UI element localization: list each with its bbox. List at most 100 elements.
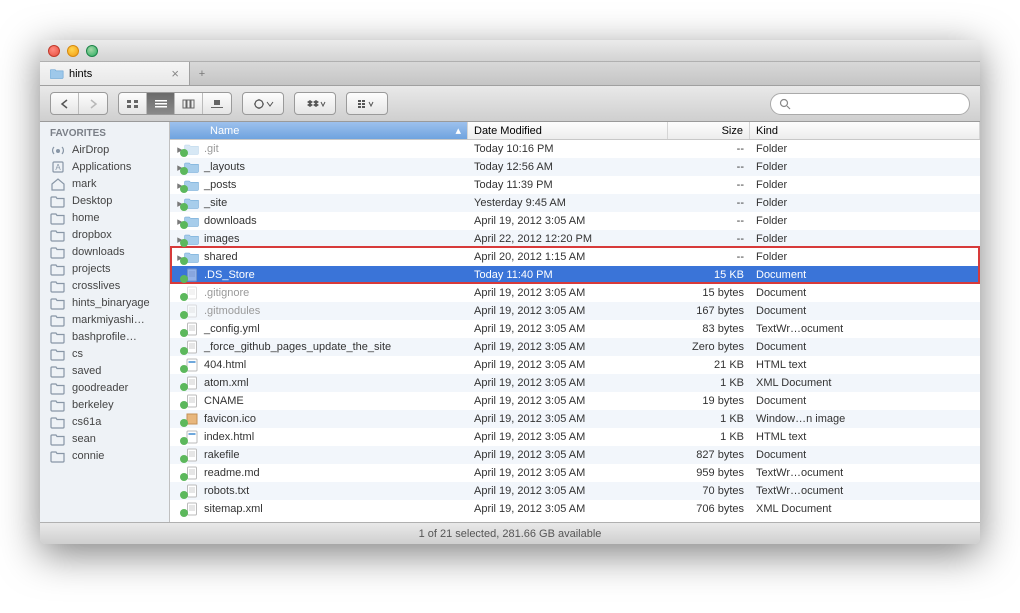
tabbar: hints × + (40, 62, 980, 86)
file-row[interactable]: ▸downloadsApril 19, 2012 3:05 AM--Folder (170, 212, 980, 230)
file-row[interactable]: sitemap.xmlApril 19, 2012 3:05 AM706 byt… (170, 500, 980, 518)
file-date: April 19, 2012 3:05 AM (468, 467, 668, 479)
file-row[interactable]: atom.xmlApril 19, 2012 3:05 AM1 KBXML Do… (170, 374, 980, 392)
back-button[interactable] (51, 93, 79, 114)
view-column-button[interactable] (175, 93, 203, 114)
file-date: April 22, 2012 12:20 PM (468, 233, 668, 245)
sidebar-item-airdrop[interactable]: AirDrop (40, 141, 169, 158)
file-row[interactable]: ▸imagesApril 22, 2012 12:20 PM--Folder (170, 230, 980, 248)
col-kind[interactable]: Kind (750, 122, 980, 139)
col-date[interactable]: Date Modified (468, 122, 668, 139)
file-name: shared (204, 251, 238, 263)
file-row[interactable]: .gitmodulesApril 19, 2012 3:05 AM167 byt… (170, 302, 980, 320)
sidebar-item-label: markmiyashi… (72, 314, 145, 326)
file-row[interactable]: .DS_StoreToday 11:40 PM15 KBDocument (170, 266, 980, 284)
file-row[interactable]: ▸_siteYesterday 9:45 AM--Folder (170, 194, 980, 212)
sidebar-item-desktop[interactable]: Desktop (40, 192, 169, 209)
folder-icon (50, 296, 66, 309)
col-size[interactable]: Size (668, 122, 750, 139)
sidebar-item-bashprofile[interactable]: bashprofile… (40, 328, 169, 345)
titlebar (40, 40, 980, 62)
view-list-button[interactable] (147, 93, 175, 114)
search-field[interactable] (770, 93, 970, 115)
file-size: 1 KB (668, 377, 750, 389)
sidebar-item-cs61a[interactable]: cs61a (40, 413, 169, 430)
file-size: -- (668, 251, 750, 263)
file-kind: TextWr…ocument (750, 467, 980, 479)
folder-icon (50, 364, 66, 377)
arrange-button[interactable] (346, 92, 388, 115)
forward-button[interactable] (79, 93, 107, 114)
sidebar-item-crosslives[interactable]: crosslives (40, 277, 169, 294)
sidebar-item-goodreader[interactable]: goodreader (40, 379, 169, 396)
search-input[interactable] (795, 98, 961, 110)
file-kind: XML Document (750, 503, 980, 515)
tab-hints[interactable]: hints × (40, 62, 190, 85)
close-button[interactable] (48, 45, 60, 57)
sidebar-item-downloads[interactable]: downloads (40, 243, 169, 260)
svg-text:A: A (55, 163, 61, 172)
new-tab-button[interactable]: + (190, 62, 214, 85)
file-kind: HTML text (750, 359, 980, 371)
file-kind: Document (750, 449, 980, 461)
file-row[interactable]: ▸_postsToday 11:39 PM--Folder (170, 176, 980, 194)
file-row[interactable]: readme.mdApril 19, 2012 3:05 AM959 bytes… (170, 464, 980, 482)
file-name: favicon.ico (204, 413, 256, 425)
file-row[interactable]: ▸.gitToday 10:16 PM--Folder (170, 140, 980, 158)
file-row[interactable]: 404.htmlApril 19, 2012 3:05 AM21 KBHTML … (170, 356, 980, 374)
folder-icon (50, 211, 66, 224)
sidebar-item-cs[interactable]: cs (40, 345, 169, 362)
view-icon-button[interactable] (119, 93, 147, 114)
sort-up-icon: ▴ (455, 124, 461, 137)
sync-badge-icon (180, 239, 188, 247)
file-row[interactable]: _force_github_pages_update_the_siteApril… (170, 338, 980, 356)
sidebar-item-berkeley[interactable]: berkeley (40, 396, 169, 413)
file-row[interactable]: ▸sharedApril 20, 2012 1:15 AM--Folder (170, 248, 980, 266)
file-row[interactable]: .gitignoreApril 19, 2012 3:05 AM15 bytes… (170, 284, 980, 302)
sync-badge-icon (180, 167, 188, 175)
dropbox-button[interactable] (294, 92, 336, 115)
file-row[interactable]: CNAMEApril 19, 2012 3:05 AM19 bytesDocum… (170, 392, 980, 410)
sidebar-item-projects[interactable]: projects (40, 260, 169, 277)
sidebar-item-home[interactable]: home (40, 209, 169, 226)
file-date: April 19, 2012 3:05 AM (468, 503, 668, 515)
sidebar-item-dropbox[interactable]: dropbox (40, 226, 169, 243)
file-size: 167 bytes (668, 305, 750, 317)
file-size: -- (668, 197, 750, 209)
file-size: -- (668, 143, 750, 155)
folder-icon (50, 347, 66, 360)
sync-badge-icon (180, 221, 188, 229)
file-row[interactable]: robots.txtApril 19, 2012 3:05 AM70 bytes… (170, 482, 980, 500)
sync-badge-icon (180, 329, 188, 337)
sidebar-item-applications[interactable]: AApplications (40, 158, 169, 175)
sidebar-item-sean[interactable]: sean (40, 430, 169, 447)
file-row[interactable]: index.htmlApril 19, 2012 3:05 AM1 KBHTML… (170, 428, 980, 446)
file-kind: TextWr…ocument (750, 323, 980, 335)
file-kind: Document (750, 269, 980, 281)
statusbar: 1 of 21 selected, 281.66 GB available (40, 522, 980, 544)
minimize-button[interactable] (67, 45, 79, 57)
file-date: April 19, 2012 3:05 AM (468, 287, 668, 299)
file-row[interactable]: rakefileApril 19, 2012 3:05 AM827 bytesD… (170, 446, 980, 464)
file-row[interactable]: favicon.icoApril 19, 2012 3:05 AM1 KBWin… (170, 410, 980, 428)
action-button[interactable] (242, 92, 284, 115)
sidebar: FAVORITES AirDropAApplicationsmarkDeskto… (40, 122, 170, 522)
file-name: _config.yml (204, 323, 260, 335)
file-name: .DS_Store (204, 269, 255, 281)
file-row[interactable]: ▸_layoutsToday 12:56 AM--Folder (170, 158, 980, 176)
file-kind: XML Document (750, 377, 980, 389)
sidebar-item-connie[interactable]: connie (40, 447, 169, 464)
tab-close-icon[interactable]: × (171, 66, 179, 81)
sidebar-item-mark[interactable]: mark (40, 175, 169, 192)
sidebar-item-saved[interactable]: saved (40, 362, 169, 379)
sidebar-item-hintsbinaryage[interactable]: hints_binaryage (40, 294, 169, 311)
view-coverflow-button[interactable] (203, 93, 231, 114)
sidebar-item-label: mark (72, 178, 96, 190)
file-row[interactable]: _config.ymlApril 19, 2012 3:05 AM83 byte… (170, 320, 980, 338)
col-name[interactable]: Name▴ (170, 122, 468, 139)
sync-badge-icon (180, 347, 188, 355)
sidebar-item-label: hints_binaryage (72, 297, 150, 309)
sidebar-item-markmiyashi[interactable]: markmiyashi… (40, 311, 169, 328)
zoom-button[interactable] (86, 45, 98, 57)
file-date: April 19, 2012 3:05 AM (468, 485, 668, 497)
